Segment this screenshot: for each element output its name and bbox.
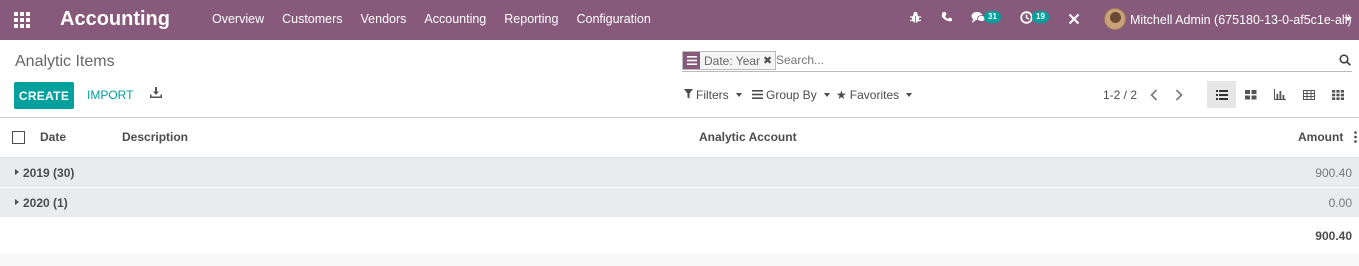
groupby-facet-icon	[683, 52, 700, 69]
chevron-down-icon	[823, 93, 830, 97]
facet-remove-icon[interactable]: ✖	[763, 54, 775, 67]
pager-value[interactable]: 1-2 / 2	[1103, 88, 1137, 102]
groupby-icon	[752, 88, 763, 102]
menu-item-vendors[interactable]: Vendors	[361, 12, 407, 26]
activity-clock-icon[interactable]	[1020, 11, 1033, 27]
tools-icon[interactable]	[1068, 13, 1080, 28]
messages-count-badge: 31	[984, 11, 1001, 23]
table-header: Date Description Analytic Account Amount	[0, 118, 1359, 158]
chevron-down-icon	[906, 93, 913, 97]
group-label: 2020 (1)	[23, 196, 68, 210]
search-input[interactable]	[776, 53, 1276, 67]
menu-item-customers[interactable]: Customers	[282, 12, 342, 26]
pager-next-icon[interactable]	[1175, 88, 1183, 104]
view-switcher	[1207, 81, 1352, 108]
optional-columns-icon[interactable]	[1354, 131, 1357, 143]
user-name[interactable]: Mitchell Admin (675180-13-0-af5c1e-all)	[1130, 13, 1352, 27]
favorites-dropdown[interactable]: ★ Favorites	[836, 88, 913, 102]
top-navbar: Accounting Overview Customers Vendors Ac…	[0, 0, 1359, 40]
import-button[interactable]: IMPORT	[87, 88, 133, 102]
group-amount: 0.00	[1328, 196, 1352, 210]
phone-icon[interactable]	[941, 11, 953, 26]
menu-item-accounting[interactable]: Accounting	[424, 12, 486, 26]
list-view-icon[interactable]	[1207, 81, 1236, 108]
pivot-view-icon[interactable]	[1294, 81, 1323, 108]
group-label: 2019 (30)	[23, 166, 75, 180]
caret-right-icon	[15, 199, 19, 205]
table-footer: 900.40	[0, 218, 1359, 253]
star-icon: ★	[836, 88, 847, 102]
groupby-label: Group By	[766, 88, 817, 102]
search-facet: Date: Year ✖	[682, 51, 777, 70]
search-icon[interactable]	[1339, 54, 1351, 66]
user-avatar[interactable]	[1104, 8, 1126, 30]
search-bar: Date: Year ✖	[682, 50, 1352, 72]
groupby-dropdown[interactable]: Group By	[752, 88, 830, 102]
caret-right-icon	[15, 169, 19, 175]
kanban-view-icon[interactable]	[1236, 81, 1265, 108]
user-menu-caret-icon[interactable]	[1344, 17, 1352, 21]
facet-label: Date: Year	[704, 53, 761, 68]
column-header-amount[interactable]: Amount	[1298, 130, 1343, 144]
menu-item-reporting[interactable]: Reporting	[504, 12, 558, 26]
graph-view-icon[interactable]	[1265, 81, 1294, 108]
column-header-description[interactable]: Description	[122, 130, 188, 144]
pager-previous-icon[interactable]	[1150, 88, 1158, 104]
chevron-down-icon	[735, 93, 742, 97]
menu-item-overview[interactable]: Overview	[212, 12, 264, 26]
control-panel: Analytic Items Date: Year ✖ CREATE IMPOR…	[0, 40, 1359, 118]
list-view: Date Description Analytic Account Amount…	[0, 118, 1359, 253]
select-all-checkbox[interactable]	[12, 131, 25, 144]
apps-menu-icon[interactable]	[14, 12, 30, 28]
group-row[interactable]: 2020 (1) 0.00	[0, 188, 1359, 218]
group-amount: 900.40	[1315, 166, 1352, 180]
favorites-label: Favorites	[849, 88, 900, 102]
filters-label: Filters	[696, 88, 729, 102]
grid-view-icon[interactable]	[1323, 81, 1352, 108]
activities-count-badge: 19	[1032, 11, 1049, 23]
column-header-analytic-account[interactable]: Analytic Account	[699, 130, 797, 144]
breadcrumb: Analytic Items	[15, 53, 115, 70]
total-amount: 900.40	[1315, 229, 1352, 243]
bug-icon[interactable]	[909, 11, 922, 27]
filters-dropdown[interactable]: Filters	[684, 88, 742, 102]
main-menu: Overview Customers Vendors Accounting Re…	[212, 12, 669, 26]
group-row[interactable]: 2019 (30) 900.40	[0, 158, 1359, 188]
create-button[interactable]: CREATE	[14, 82, 74, 109]
app-title[interactable]: Accounting	[60, 8, 170, 31]
filter-icon	[684, 88, 693, 102]
menu-item-configuration[interactable]: Configuration	[576, 12, 650, 26]
column-header-date[interactable]: Date	[40, 130, 66, 144]
download-icon[interactable]	[150, 87, 162, 99]
